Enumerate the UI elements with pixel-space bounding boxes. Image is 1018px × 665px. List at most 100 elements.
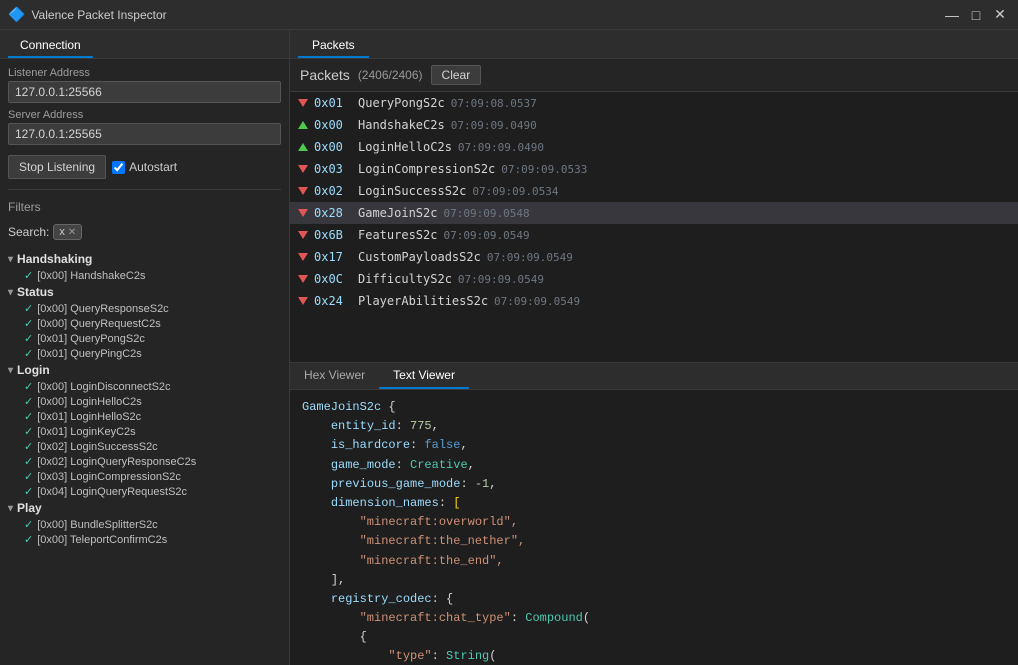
tab-packets[interactable]: Packets <box>298 34 369 58</box>
packet-id: 0x00 <box>314 140 352 154</box>
check-icon: ✓ <box>24 533 33 546</box>
arrow-down-icon <box>298 99 308 107</box>
check-icon: ✓ <box>24 470 33 483</box>
packet-name: FeaturesS2c <box>358 228 437 242</box>
packet-id: 0x01 <box>314 96 352 110</box>
packet-time: 07:09:09.0549 <box>487 251 573 264</box>
detail-tab-bar: Hex ViewerText Viewer <box>290 363 1018 390</box>
packet-row[interactable]: 0x28 GameJoinS2c 07:09:09.0548 <box>290 202 1018 224</box>
filter-item[interactable]: ✓[0x00] BundleSplitterS2c <box>8 517 281 532</box>
chevron-icon: ▾ <box>8 365 13 376</box>
detail-tab-hex-viewer[interactable]: Hex Viewer <box>290 363 379 389</box>
check-icon: ✓ <box>24 380 33 393</box>
minimize-button[interactable]: — <box>942 5 962 25</box>
filter-item[interactable]: ✓[0x01] LoginKeyC2s <box>8 424 281 439</box>
filter-group-play[interactable]: ▾Play <box>8 499 281 517</box>
packet-row[interactable]: 0x00 HandshakeC2s 07:09:09.0490 <box>290 114 1018 136</box>
packet-row[interactable]: 0x17 CustomPayloadsS2c 07:09:09.0549 <box>290 246 1018 268</box>
chevron-icon: ▾ <box>8 287 13 298</box>
filter-group-label: Login <box>17 363 50 377</box>
packet-row[interactable]: 0x24 PlayerAbilitiesS2c 07:09:09.0549 <box>290 290 1018 312</box>
stop-listening-button[interactable]: Stop Listening <box>8 155 106 179</box>
sidebar: Connection Listener Address Server Addre… <box>0 30 290 665</box>
search-tag: x ✕ <box>53 224 82 240</box>
packet-id: 0x6B <box>314 228 352 242</box>
packet-row[interactable]: 0x0C DifficultyS2c 07:09:09.0549 <box>290 268 1018 290</box>
filter-item[interactable]: ✓[0x01] QueryPingC2s <box>8 346 281 361</box>
packet-row[interactable]: 0x01 QueryPongS2c 07:09:08.0537 <box>290 92 1018 114</box>
filter-item-label: [0x00] HandshakeC2s <box>37 270 145 282</box>
check-icon: ✓ <box>24 332 33 345</box>
filter-group-label: Status <box>17 285 54 299</box>
filter-item[interactable]: ✓[0x00] QueryResponseS2c <box>8 301 281 316</box>
code-line: "minecraft:chat_type": Compound( <box>302 609 1006 628</box>
filter-item-label: [0x00] LoginHelloC2s <box>37 396 142 408</box>
detail-tab-text-viewer[interactable]: Text Viewer <box>379 363 469 389</box>
sidebar-content: Listener Address Server Address Stop Lis… <box>0 59 289 665</box>
clear-button[interactable]: Clear <box>431 65 482 85</box>
tab-connection[interactable]: Connection <box>8 34 93 58</box>
autostart-label: Autostart <box>129 160 177 174</box>
server-address-input[interactable] <box>8 123 281 145</box>
packet-time: 07:09:09.0548 <box>443 207 529 220</box>
filter-item[interactable]: ✓[0x01] QueryPongS2c <box>8 331 281 346</box>
packet-time: 07:09:09.0490 <box>451 119 537 132</box>
server-address-label: Server Address <box>8 109 281 121</box>
arrow-down-icon <box>298 231 308 239</box>
arrow-down-icon <box>298 165 308 173</box>
listener-address-field: Listener Address <box>8 67 281 103</box>
packet-time: 07:09:09.0549 <box>494 295 580 308</box>
packet-row[interactable]: 0x03 LoginCompressionS2c 07:09:09.0533 <box>290 158 1018 180</box>
packet-list[interactable]: 0x01 QueryPongS2c 07:09:08.0537 0x00 Han… <box>290 92 1018 362</box>
arrow-up-icon <box>298 143 308 151</box>
check-icon: ✓ <box>24 485 33 498</box>
filter-item[interactable]: ✓ [0x01] LoginHelloS2c <box>8 409 281 424</box>
check-icon: ✓ <box>24 410 33 423</box>
listener-address-label: Listener Address <box>8 67 281 79</box>
filter-item[interactable]: ✓[0x00] HandshakeC2s <box>8 268 281 283</box>
filter-item[interactable]: ✓[0x00] QueryRequestC2s <box>8 316 281 331</box>
packet-time: 07:09:09.0549 <box>443 229 529 242</box>
filter-item[interactable]: ✓ [0x00] TeleportConfirmC2s <box>8 532 281 547</box>
filter-item-label: [0x00] LoginDisconnectS2c <box>37 381 170 393</box>
code-line: entity_id: 775, <box>302 417 1006 436</box>
packets-title: Packets <box>300 67 350 83</box>
sidebar-tab-bar: Connection <box>0 30 289 59</box>
filter-group-login[interactable]: ▾ Login <box>8 361 281 379</box>
filter-item[interactable]: ✓ [0x00] LoginDisconnectS2c <box>8 379 281 394</box>
filter-item-label: [0x00] BundleSplitterS2c <box>37 519 157 531</box>
packet-name: QueryPongS2c <box>358 96 445 110</box>
filter-item-label: [0x00] TeleportConfirmC2s <box>37 534 167 546</box>
detail-content: GameJoinS2c { entity_id: 775, is_hardcor… <box>290 390 1018 665</box>
filter-item-label: [0x01] LoginHelloS2c <box>37 411 141 423</box>
filter-item[interactable]: ✓ [0x00] LoginHelloC2s <box>8 394 281 409</box>
filter-item-label: [0x00] QueryResponseS2c <box>37 303 168 315</box>
maximize-button[interactable]: □ <box>966 5 986 25</box>
filter-item[interactable]: ✓[0x02] LoginSuccessS2c <box>8 439 281 454</box>
search-tag-close[interactable]: ✕ <box>68 227 76 238</box>
listener-address-input[interactable] <box>8 81 281 103</box>
packet-row[interactable]: 0x00 LoginHelloC2s 07:09:09.0490 <box>290 136 1018 158</box>
check-icon: ✓ <box>24 317 33 330</box>
filter-group-status[interactable]: ▾ Status <box>8 283 281 301</box>
check-icon: ✓ <box>24 455 33 468</box>
packet-row[interactable]: 0x02 LoginSuccessS2c 07:09:09.0534 <box>290 180 1018 202</box>
filter-item[interactable]: ✓[0x03] LoginCompressionS2c <box>8 469 281 484</box>
filter-group-handshaking[interactable]: ▾Handshaking <box>8 250 281 268</box>
code-line: dimension_names: [ <box>302 494 1006 513</box>
close-button[interactable]: ✕ <box>990 5 1010 25</box>
check-icon: ✓ <box>24 395 33 408</box>
filter-item[interactable]: ✓[0x02] LoginQueryResponseC2s <box>8 454 281 469</box>
arrow-down-icon <box>298 297 308 305</box>
packet-time: 07:09:08.0537 <box>451 97 537 110</box>
packet-row[interactable]: 0x6B FeaturesS2c 07:09:09.0549 <box>290 224 1018 246</box>
filter-item[interactable]: ✓ [0x04] LoginQueryRequestS2c <box>8 484 281 499</box>
detail-panel: Hex ViewerText Viewer GameJoinS2c { enti… <box>290 362 1018 665</box>
autostart-checkbox[interactable] <box>112 161 125 174</box>
server-address-field: Server Address <box>8 109 281 145</box>
packet-name: PlayerAbilitiesS2c <box>358 294 488 308</box>
packet-name: DifficultyS2c <box>358 272 452 286</box>
autostart-checkbox-label[interactable]: Autostart <box>112 160 177 174</box>
packet-name: LoginHelloC2s <box>358 140 452 154</box>
filter-item-label: [0x04] LoginQueryRequestS2c <box>37 486 187 498</box>
